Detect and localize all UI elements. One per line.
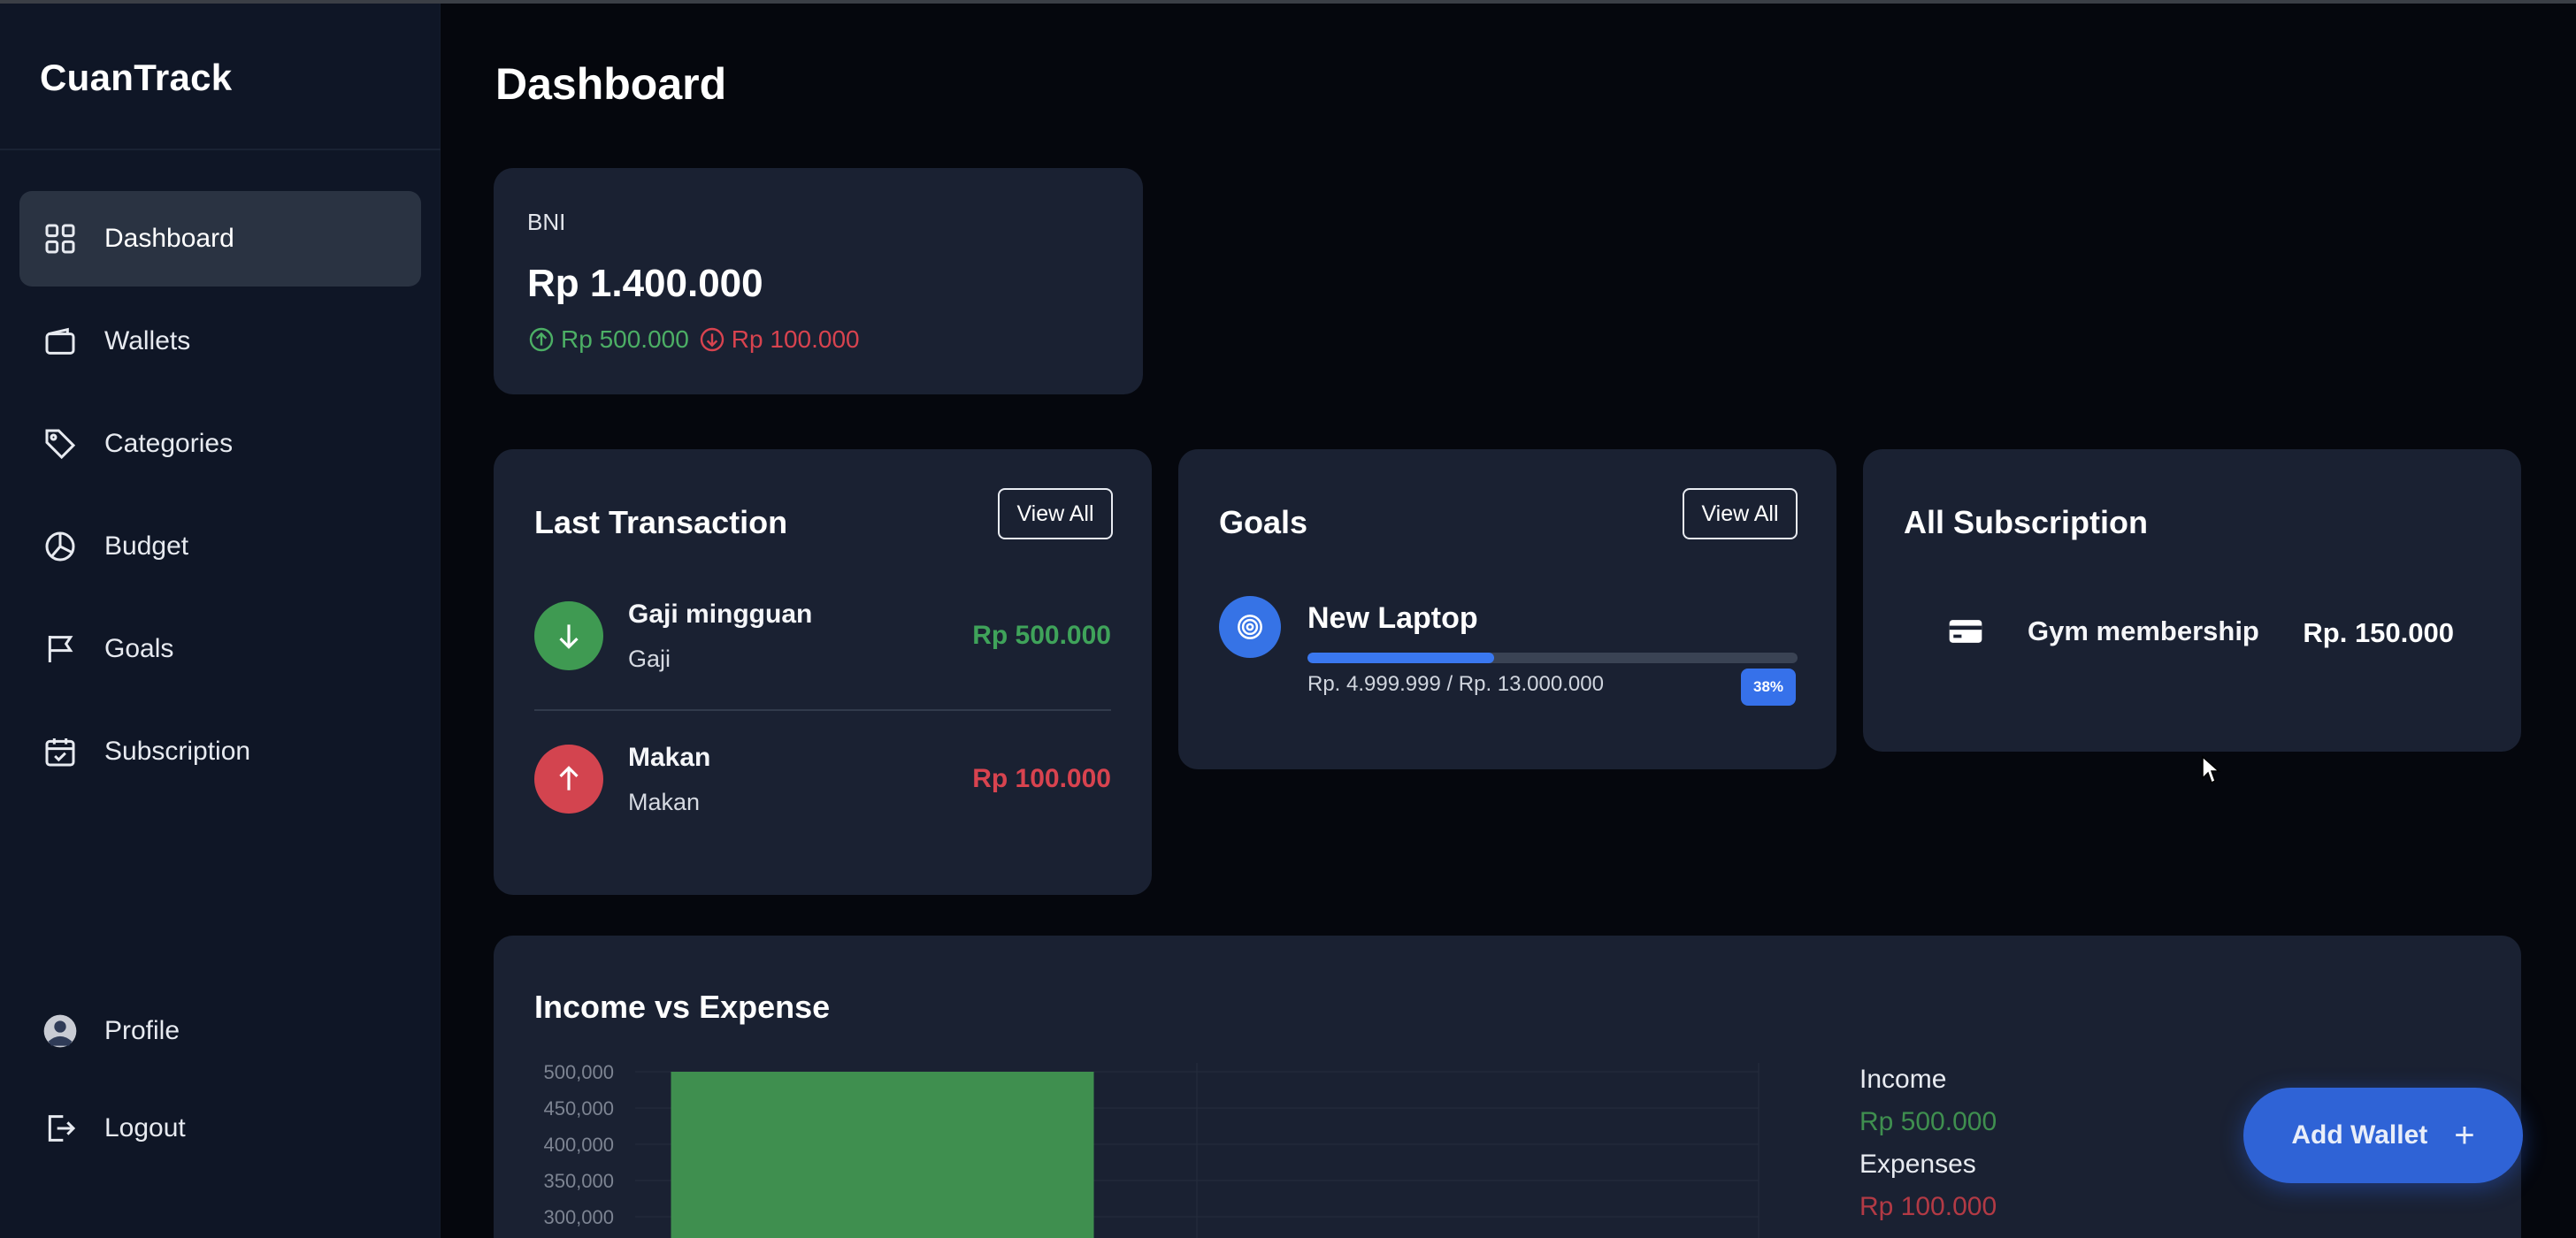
transaction-category: Makan [628, 789, 701, 815]
sidebar: CuanTrack Dashboard Wallets Categories B… [0, 4, 441, 1238]
add-wallet-button[interactable]: Add Wallet + [2243, 1088, 2523, 1183]
credit-card-icon [1946, 612, 1985, 651]
sidebar-divider [0, 149, 441, 150]
subscription-name[interactable]: Gym membership [2028, 615, 2259, 647]
arrow-down-icon [534, 601, 603, 670]
sidebar-item-profile[interactable]: Profile [19, 983, 421, 1079]
sidebar-item-goals[interactable]: Goals [19, 601, 421, 697]
grid-icon [42, 221, 78, 256]
goals-view-all-button[interactable]: View All [1683, 488, 1798, 539]
sidebar-item-label: Profile [104, 1016, 180, 1045]
goal-progress-text: Rp. 4.999.999 / Rp. 13.000.000 [1307, 672, 1604, 696]
legend-income-label: Income [1859, 1065, 1947, 1094]
sidebar-item-logout[interactable]: Logout [19, 1081, 421, 1176]
sidebar-item-label: Budget [104, 531, 189, 561]
transactions-view-all-button[interactable]: View All [998, 488, 1113, 539]
y-tick-label: 300,000 [543, 1206, 614, 1228]
legend-income-value: Rp 500.000 [1859, 1107, 1997, 1136]
wallet-name: BNI [527, 209, 566, 235]
sidebar-item-wallets[interactable]: Wallets [19, 294, 421, 389]
arrow-up-circle-icon [529, 327, 554, 352]
arrow-up-icon [534, 745, 603, 814]
wallet-balance: Rp 1.400.000 [527, 262, 763, 305]
transaction-name: Makan [628, 743, 711, 772]
sidebar-item-label: Dashboard [104, 224, 234, 253]
sidebar-item-budget[interactable]: Budget [19, 499, 421, 594]
transaction-row[interactable]: Gaji mingguan Gaji Rp 500.000 [534, 582, 1111, 688]
transaction-divider [534, 709, 1111, 711]
pie-chart-icon [42, 529, 78, 564]
wallet-expense: Rp 100.000 [698, 325, 860, 354]
legend-expenses-value: Rp 100.000 [1859, 1192, 1997, 1221]
transaction-category: Gaji [628, 646, 671, 672]
transaction-name: Gaji mingguan [628, 600, 813, 629]
legend-expenses-label: Expenses [1859, 1150, 1976, 1179]
wallet-card[interactable]: BNI Rp 1.400.000 Rp 500.000 Rp 100.000 [494, 168, 1143, 394]
goal-progress-fill [1307, 653, 1494, 663]
add-wallet-label: Add Wallet [2291, 1120, 2428, 1150]
y-tick-label: 400,000 [543, 1134, 614, 1156]
page-title: Dashboard [495, 59, 727, 109]
logout-icon [42, 1111, 78, 1146]
target-icon [1219, 596, 1281, 658]
sidebar-item-label: Wallets [104, 326, 191, 355]
income-expense-chart-card: Income vs Expense 500,000 450,000 400,000 3… [494, 936, 2521, 1238]
goal-name[interactable]: New Laptop [1307, 601, 1478, 636]
y-tick-label: 350,000 [543, 1170, 614, 1192]
sidebar-item-label: Subscription [104, 737, 251, 766]
last-transaction-title: Last Transaction [534, 504, 788, 540]
avatar [42, 1013, 78, 1049]
wallet-income-value: Rp 500.000 [561, 325, 689, 353]
transaction-amount: Rp 500.000 [972, 621, 1111, 650]
mouse-cursor-icon [2202, 755, 2220, 784]
sidebar-item-subscription[interactable]: Subscription [19, 704, 421, 799]
y-tick-label: 500,000 [543, 1061, 614, 1083]
transaction-row[interactable]: Makan Makan Rp 100.000 [534, 725, 1111, 831]
wallet-expense-value: Rp 100.000 [731, 325, 860, 353]
last-transaction-card: Last Transaction View All Gaji mingguan … [494, 449, 1152, 895]
goals-title: Goals [1219, 504, 1308, 540]
arrow-down-circle-icon [700, 327, 724, 352]
goal-progress-bar [1307, 653, 1798, 663]
wallet-income: Rp 500.000 [527, 325, 689, 354]
sidebar-item-categories[interactable]: Categories [19, 396, 421, 492]
tag-icon [42, 426, 78, 462]
sidebar-item-label: Goals [104, 634, 174, 663]
calendar-check-icon [42, 734, 78, 769]
sidebar-item-dashboard[interactable]: Dashboard [19, 191, 421, 287]
subscription-amount: Rp. 150.000 [2303, 617, 2454, 648]
plus-icon: + [2454, 1115, 2475, 1155]
app-logo[interactable]: CuanTrack [40, 57, 232, 99]
flag-icon [42, 631, 78, 667]
sidebar-item-label: Categories [104, 429, 234, 458]
subscriptions-title: All Subscription [1904, 504, 2149, 540]
sidebar-item-label: Logout [104, 1113, 186, 1142]
bar-income[interactable] [671, 1072, 1094, 1238]
subscriptions-card: All Subscription Gym membership Rp. 150.… [1863, 449, 2521, 752]
goals-card: Goals View All New Laptop Rp. 4.999.999 … [1178, 449, 1836, 769]
goal-percent-badge: 38% [1741, 669, 1796, 706]
transaction-amount: Rp 100.000 [972, 764, 1111, 793]
y-tick-label: 450,000 [543, 1097, 614, 1120]
income-expense-chart: 500,000 450,000 400,000 350,000 300,000 [543, 1061, 1760, 1238]
wallet-icon [42, 324, 78, 359]
wallet-flow: Rp 500.000 Rp 100.000 [527, 325, 860, 354]
